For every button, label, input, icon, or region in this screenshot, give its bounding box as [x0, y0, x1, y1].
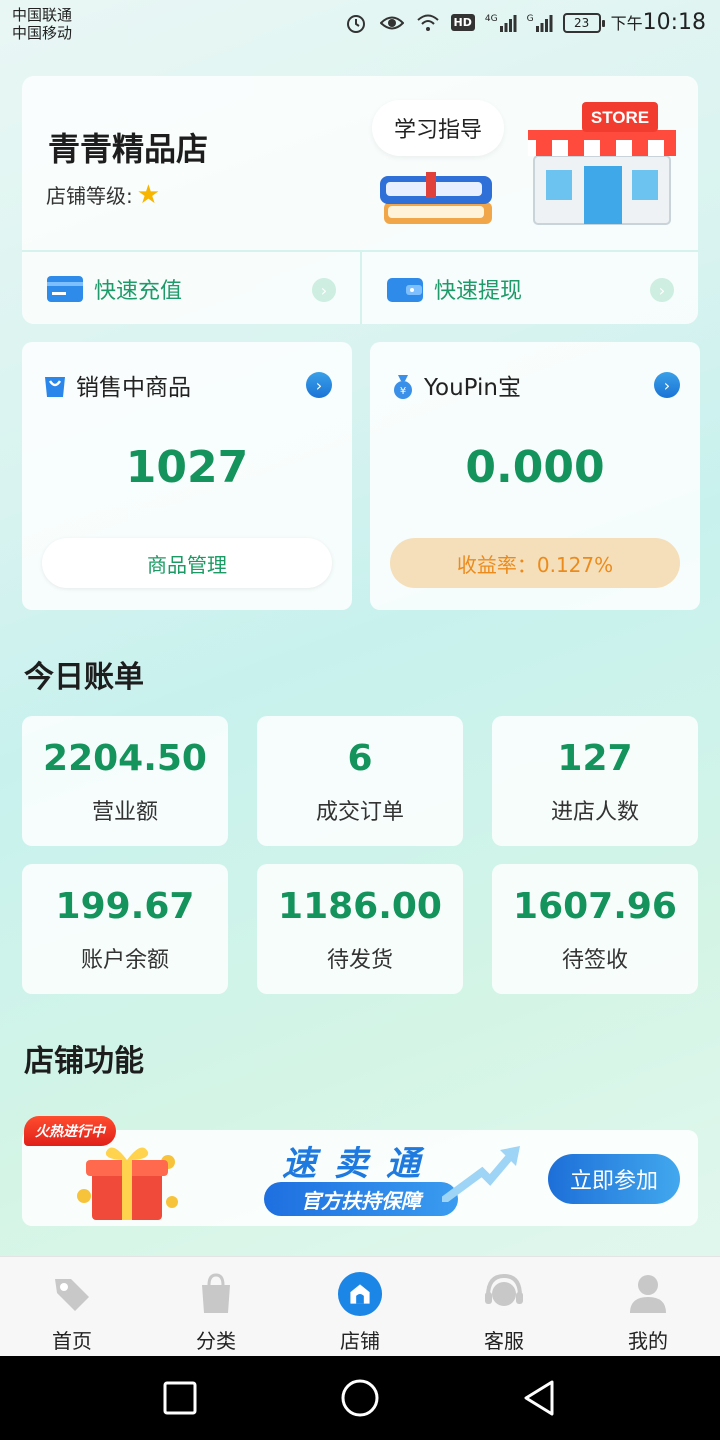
chevron-right-icon[interactable]: ›: [654, 372, 680, 398]
stat-value: 1607.96: [513, 886, 677, 927]
products-title: 销售中商品: [42, 368, 191, 402]
books-icon: [380, 172, 492, 224]
youpin-title-label: YouPin宝: [424, 375, 521, 401]
products-on-sale-card[interactable]: 销售中商品 › 1027 商品管理: [22, 342, 352, 610]
shopping-bag-icon: [193, 1271, 239, 1317]
tab-label: 店铺: [340, 1329, 380, 1353]
carrier-info: 中国联通 中国移动: [12, 6, 72, 42]
shop-level: 店铺等级: ★: [46, 180, 160, 209]
tab-label: 客服: [484, 1329, 524, 1353]
tab-label: 首页: [52, 1329, 92, 1353]
recent-apps-icon[interactable]: [158, 1376, 202, 1420]
carrier-2: 中国移动: [12, 24, 73, 42]
alarm-icon: [343, 11, 369, 35]
store-icon: [337, 1271, 383, 1317]
wifi-icon: [415, 11, 441, 35]
tab-home[interactable]: 首页: [0, 1257, 144, 1357]
quick-withdraw-button[interactable]: 快速提现: [386, 270, 522, 308]
card-icon: [47, 276, 83, 302]
aliexpress-promo-banner[interactable]: 火热进行中 速卖通 官方扶持保障 立即参加: [22, 1116, 698, 1226]
tab-label: 分类: [196, 1329, 236, 1353]
chevron-right-icon[interactable]: ›: [650, 278, 674, 302]
youpin-bao-card[interactable]: ¥ YouPin宝 › 0.000 收益率：0.127%: [370, 342, 700, 610]
banner-subtitle: 官方扶持保障: [264, 1182, 458, 1216]
network-type-1: 4G: [484, 13, 498, 24]
stat-label: 待签收: [561, 948, 628, 973]
quick-divider: [360, 252, 362, 324]
learning-guide-button[interactable]: 学习指导: [372, 100, 504, 156]
stat-balance[interactable]: 199.67 账户余额: [22, 864, 228, 994]
product-management-button[interactable]: 商品管理: [42, 538, 332, 588]
tag-icon: [49, 1271, 95, 1317]
stat-value: 2204.50: [43, 738, 207, 779]
network-type-2: G: [526, 13, 534, 24]
stat-label: 账户余额: [80, 948, 169, 973]
user-icon: [625, 1271, 671, 1317]
status-bar: 中国联通 中国移动 HD 4G G 23 下午10:18: [0, 0, 720, 48]
shop-name: 青青精品店: [48, 130, 209, 168]
chevron-right-icon[interactable]: ›: [306, 372, 332, 398]
clock-ampm: 下午: [610, 14, 643, 33]
stat-value: 1186.00: [278, 886, 442, 927]
shop-card: 青青精品店 店铺等级: ★ 学习指导 STORE 快速充值 › 快速提现 ›: [22, 76, 698, 324]
products-count: 1027: [125, 442, 249, 493]
banner-title: 速卖通: [282, 1144, 438, 1184]
stat-label: 待发货: [326, 948, 393, 973]
svg-text:¥: ¥: [400, 386, 406, 397]
headset-icon: [481, 1271, 527, 1317]
stat-value: 199.67: [55, 886, 195, 927]
money-bag-icon: ¥: [394, 375, 412, 399]
store-functions-title: 店铺功能: [24, 1044, 144, 1079]
stat-revenue[interactable]: 2204.50 营业额: [22, 716, 228, 846]
stat-label: 营业额: [91, 800, 158, 825]
carrier-1: 中国联通: [12, 6, 73, 24]
quick-withdraw-label: 快速提现: [434, 279, 523, 304]
battery-level: 23: [573, 15, 590, 30]
arrow-up-icon: [442, 1146, 520, 1202]
store-sign-text: STORE: [591, 108, 649, 127]
tab-customer-service[interactable]: 客服: [432, 1257, 576, 1357]
quick-recharge-button[interactable]: 快速充值: [46, 270, 182, 308]
signal-2-icon: G: [527, 14, 553, 32]
tab-me[interactable]: 我的: [576, 1257, 720, 1357]
youpin-title: ¥ YouPin宝: [390, 368, 521, 402]
yield-rate-badge: 收益率：0.127%: [390, 538, 680, 588]
system-navigation-bar: [0, 1356, 720, 1440]
stat-label: 进店人数: [550, 800, 639, 825]
shop-level-label: 店铺等级:: [46, 184, 133, 208]
stat-value: 127: [557, 738, 633, 779]
back-triangle-icon[interactable]: [518, 1376, 562, 1420]
signal-1-icon: 4G: [485, 14, 517, 32]
eye-icon: [379, 11, 405, 35]
products-title-label: 销售中商品: [76, 375, 191, 401]
battery-icon: 23: [562, 12, 605, 33]
home-circle-icon[interactable]: [338, 1376, 382, 1420]
tab-category[interactable]: 分类: [144, 1257, 288, 1357]
clock-time: 10:18: [642, 10, 706, 35]
bottom-tab-bar: 首页 分类 店铺 客服 我的: [0, 1256, 720, 1356]
stat-label: 成交订单: [315, 800, 404, 825]
shopping-bag-icon: [45, 377, 65, 397]
hd-badge: HD: [450, 14, 475, 31]
stat-to-ship[interactable]: 1186.00 待发货: [257, 864, 463, 994]
tab-label: 我的: [628, 1329, 668, 1353]
clock: 下午10:18: [611, 10, 706, 35]
stat-orders[interactable]: 6 成交订单: [257, 716, 463, 846]
stat-visitors[interactable]: 127 进店人数: [492, 716, 698, 846]
wallet-icon: [387, 278, 423, 302]
stat-to-receive[interactable]: 1607.96 待签收: [492, 864, 698, 994]
gift-box-icon: [77, 1147, 178, 1220]
chevron-right-icon[interactable]: ›: [312, 278, 336, 302]
stat-value: 6: [347, 738, 373, 779]
star-icon: ★: [136, 179, 161, 210]
quick-recharge-label: 快速充值: [94, 279, 183, 304]
store-illustration-icon: STORE: [528, 102, 676, 225]
join-now-button[interactable]: 立即参加: [548, 1154, 680, 1204]
today-bill-title: 今日账单: [24, 660, 144, 695]
tab-store[interactable]: 店铺: [288, 1257, 432, 1357]
youpin-balance: 0.000: [465, 442, 605, 493]
status-icons: HD 4G G 23 下午10:18: [343, 10, 706, 35]
